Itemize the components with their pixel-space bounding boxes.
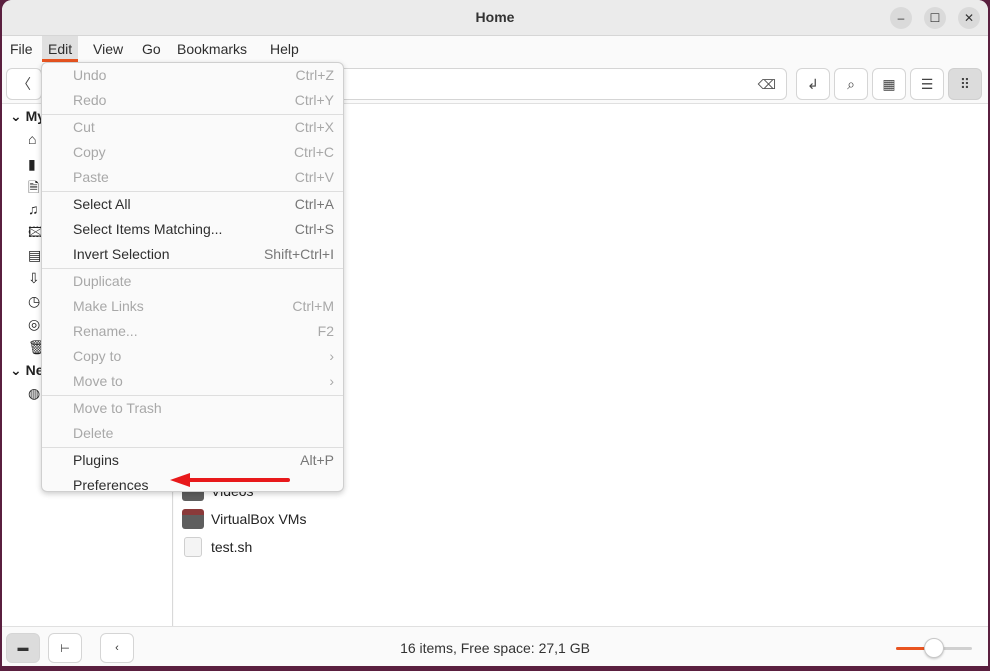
minimize-button[interactable]: – (890, 7, 912, 29)
location-bar[interactable]: ⌫ (342, 68, 787, 100)
menu-item-shortcut: Ctrl+Y (294, 92, 334, 108)
menu-item-plugins[interactable]: Plugins Alt+P (42, 448, 343, 473)
menu-item-move-to[interactable]: Move to › (42, 369, 343, 394)
menu-item-label: Undo (73, 67, 107, 83)
menu-item-copy-to[interactable]: Copy to › (42, 344, 343, 369)
menu-item-label: Copy to (73, 348, 122, 364)
submenu-arrow-icon: › (329, 373, 334, 389)
menu-file[interactable]: File (4, 36, 39, 62)
menu-view[interactable]: View (87, 36, 129, 62)
menu-item-redo[interactable]: Redo Ctrl+Y (42, 88, 343, 113)
menu-item-label: Invert Selection (73, 246, 170, 262)
menu-item-shortcut: Shift+Ctrl+I (263, 246, 334, 262)
menu-item-shortcut: Ctrl+C (293, 144, 334, 160)
menu-item-shortcut: F2 (317, 323, 334, 339)
menu-item-rename[interactable]: Rename... F2 (42, 319, 343, 344)
menu-item-make-links[interactable]: Make Links Ctrl+M (42, 294, 343, 319)
menu-item-label: Duplicate (73, 273, 132, 289)
open-terminal-button[interactable]: ↲ (796, 68, 830, 100)
menu-item-cut[interactable]: Cut Ctrl+X (42, 115, 343, 140)
submenu-arrow-icon: › (329, 348, 334, 364)
menu-item-label: Delete (73, 425, 114, 441)
file-item[interactable]: test.sh (182, 534, 252, 560)
maximize-button[interactable]: ☐ (924, 7, 946, 29)
menu-item-label: Rename... (73, 323, 138, 339)
zoom-slider[interactable] (896, 638, 972, 658)
folder-icon (182, 509, 204, 529)
sidebar-section-my-computer[interactable]: ⌄ My (10, 108, 45, 125)
menu-item-label: Cut (73, 119, 95, 135)
menu-edit[interactable]: Edit (42, 36, 79, 62)
close-button[interactable]: ✕ (958, 7, 980, 29)
status-bar: ▬ ⊢ ‹ 16 items, Free space: 27,1 GB (2, 626, 988, 666)
menu-item-label: Paste (73, 169, 109, 185)
menu-item-shortcut: Ctrl+V (294, 169, 334, 185)
icon-view-button[interactable]: ▦ (872, 68, 906, 100)
status-text: 16 items, Free space: 27,1 GB (400, 640, 590, 656)
menu-item-label: Plugins (73, 452, 119, 468)
menu-item-label: Move to (73, 373, 123, 389)
file-item[interactable]: VirtualBox VMs (182, 506, 306, 532)
menu-item-shortcut: Ctrl+X (294, 119, 334, 135)
menu-item-shortcut: Ctrl+S (294, 221, 334, 237)
script-file-icon (184, 537, 202, 557)
menu-go[interactable]: Go (136, 36, 167, 62)
menu-item-duplicate[interactable]: Duplicate (42, 269, 343, 294)
compact-view-button[interactable]: ⠿ (948, 68, 982, 100)
search-button[interactable]: ⌕ (834, 68, 868, 100)
menu-item-undo[interactable]: Undo Ctrl+Z (42, 63, 343, 88)
menu-item-copy[interactable]: Copy Ctrl+C (42, 140, 343, 165)
menu-item-label: Redo (73, 92, 107, 108)
menu-bookmarks[interactable]: Bookmarks (171, 36, 253, 62)
menu-item-label: Select Items Matching... (73, 221, 223, 237)
edit-menu: Undo Ctrl+Z Redo Ctrl+Y Cut Ctrl+X Copy Ctrl+C P… (41, 62, 344, 493)
menu-item-shortcut: Ctrl+Z (295, 67, 335, 83)
menu-help[interactable]: Help (264, 36, 305, 62)
menu-item-label: Make Links (73, 298, 144, 314)
zoom-slider-knob[interactable] (924, 638, 944, 658)
menu-item-move-to-trash[interactable]: Move to Trash (42, 396, 343, 421)
menu-item-shortcut: Ctrl+A (294, 196, 334, 212)
menu-item-select-all[interactable]: Select All Ctrl+A (42, 192, 343, 217)
menu-item-paste[interactable]: Paste Ctrl+V (42, 165, 343, 190)
menu-bar: File Edit View Go Bookmarks Help (2, 36, 988, 62)
menu-item-delete[interactable]: Delete (42, 421, 343, 446)
sidebar-section-network[interactable]: ⌄ Ne (10, 362, 44, 379)
menu-item-shortcut: Ctrl+M (292, 298, 334, 314)
menu-item-label: Preferences (73, 477, 149, 493)
back-button[interactable]: 〈 (6, 68, 42, 100)
menu-item-invert-selection[interactable]: Invert Selection Shift+Ctrl+I (42, 242, 343, 267)
menu-item-label: Copy (73, 144, 106, 160)
menu-item-shortcut: Alt+P (300, 452, 334, 468)
clear-location-icon[interactable]: ⌫ (758, 77, 776, 93)
window-title: Home (475, 9, 515, 25)
menu-item-label: Move to Trash (73, 400, 162, 416)
title-bar: Home – ☐ ✕ (2, 0, 988, 36)
annotation-arrow (170, 473, 290, 487)
menu-item-label: Select All (73, 196, 131, 212)
list-view-button[interactable]: ☰ (910, 68, 944, 100)
menu-item-select-items-matching[interactable]: Select Items Matching... Ctrl+S (42, 217, 343, 242)
